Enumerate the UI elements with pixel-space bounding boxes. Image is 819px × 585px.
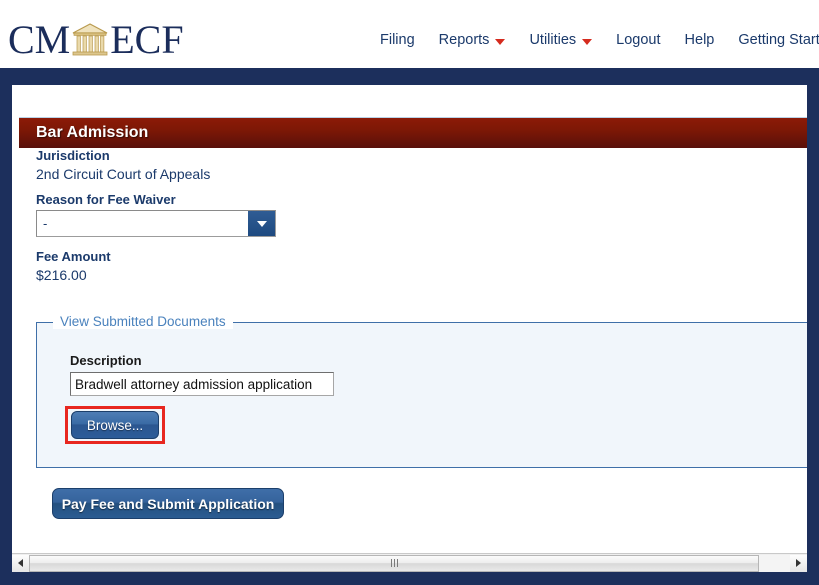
logo-text-cm: CM <box>8 17 71 62</box>
section-header: Bar Admission <box>19 117 807 148</box>
nav-item-filing[interactable]: Filing <box>380 32 427 48</box>
submitted-documents-fieldset: View Submitted Documents Description Bro… <box>36 314 807 468</box>
fee-waiver-select[interactable]: - <box>36 210 276 237</box>
jurisdiction-label: Jurisdiction <box>36 148 110 163</box>
page-content: Bar Admission Jurisdiction 2nd Circuit C… <box>12 85 807 553</box>
scroll-left-icon[interactable] <box>12 554 29 572</box>
scroll-right-icon[interactable] <box>790 554 807 572</box>
app-header: CM ECF Filing Reports Utilities Logout H… <box>0 0 819 68</box>
fieldset-legend: View Submitted Documents <box>53 314 233 329</box>
nav-item-label: Filing <box>380 32 415 48</box>
chevron-down-icon <box>582 39 593 45</box>
logo-text-ecf: ECF <box>110 17 184 62</box>
nav-item-utilities[interactable]: Utilities <box>517 32 604 48</box>
nav-item-logout[interactable]: Logout <box>604 32 672 48</box>
select-dropdown-button[interactable] <box>248 211 275 236</box>
jurisdiction-value: 2nd Circuit Court of Appeals <box>36 166 211 182</box>
nav-item-reports[interactable]: Reports <box>427 32 518 48</box>
scrollbar-thumb[interactable] <box>29 554 759 572</box>
nav-item-label: Utilities <box>529 32 577 48</box>
fee-amount-label: Fee Amount <box>36 249 111 264</box>
nav-item-label: Help <box>684 32 715 48</box>
scrollbar-track[interactable] <box>29 554 790 572</box>
fee-waiver-label: Reason for Fee Waiver <box>36 192 176 207</box>
nav-item-label: Logout <box>616 32 661 48</box>
browse-button[interactable]: Browse... <box>71 411 159 439</box>
chevron-down-icon <box>256 220 267 227</box>
description-label: Description <box>70 353 142 368</box>
page-title: Bar Admission <box>36 124 149 141</box>
cmecf-logo: CM ECF <box>8 18 184 62</box>
screen: CM ECF Filing Reports Utilities Logout H… <box>0 0 819 585</box>
bar-admission-form: Jurisdiction 2nd Circuit Court of Appeal… <box>12 148 807 293</box>
fee-amount-value: $216.00 <box>36 267 87 283</box>
fee-waiver-selected-value: - <box>43 216 48 231</box>
description-input[interactable] <box>70 372 334 396</box>
courthouse-icon <box>71 22 109 58</box>
pay-fee-submit-button[interactable]: Pay Fee and Submit Application <box>52 488 284 519</box>
nav-item-label: Reports <box>438 32 490 48</box>
chevron-down-icon <box>495 39 506 45</box>
nav-item-getting-started[interactable]: Getting Started <box>726 32 819 48</box>
nav-item-help[interactable]: Help <box>673 32 727 48</box>
grip-icon <box>390 559 398 567</box>
horizontal-scrollbar[interactable] <box>12 553 807 572</box>
main-nav: Filing Reports Utilities Logout Help Get… <box>380 28 819 52</box>
nav-item-label: Getting Started <box>738 32 819 48</box>
